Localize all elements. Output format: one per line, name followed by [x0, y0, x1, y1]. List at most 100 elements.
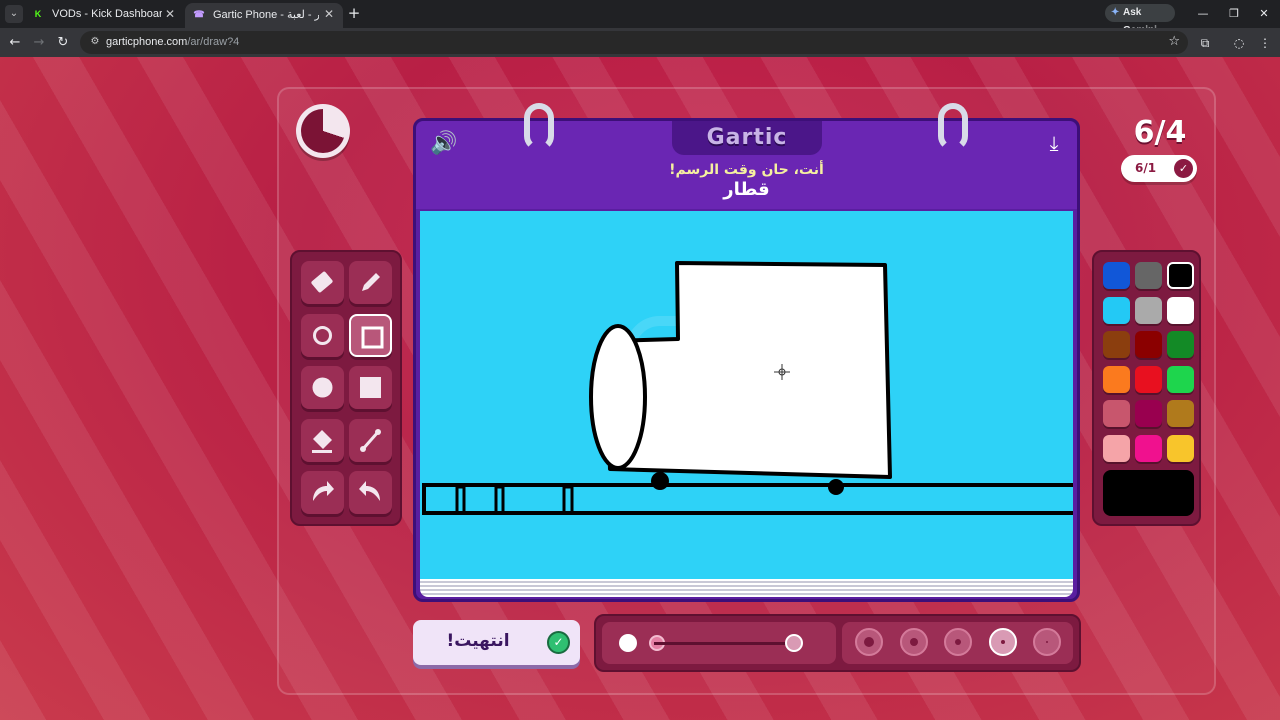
notebook-header: Gartic 🔊 ⤓ أنت، حان وقت الرسم! قطار	[416, 121, 1077, 209]
maximize-button[interactable]: ❐	[1224, 5, 1244, 23]
color-swatch[interactable]	[1135, 296, 1162, 324]
bookmark-star-icon[interactable]: ☆	[1168, 34, 1180, 50]
rectangle-outline-icon	[361, 326, 384, 348]
site-info-icon[interactable]: ⚙	[87, 34, 103, 50]
extensions-icon[interactable]: ⧉	[1196, 34, 1214, 52]
ellipse-outline-icon	[313, 325, 332, 345]
logo-tab: Gartic	[672, 121, 822, 155]
tab-kick-dashboard[interactable]: K VODs - Kick Dashboard ✕	[24, 3, 184, 28]
color-swatch[interactable]	[1103, 400, 1130, 427]
ellipse-filled-icon	[312, 377, 333, 398]
color-swatch[interactable]	[1167, 434, 1194, 462]
gartic-icon: ☎	[193, 9, 205, 19]
check-icon: ✓	[1174, 159, 1193, 178]
pencil-icon	[362, 273, 380, 291]
fill-bucket-icon	[312, 429, 332, 453]
brush-size-option[interactable]	[1033, 628, 1061, 656]
tab-title: VODs - Kick Dashboard	[52, 8, 162, 20]
color-swatch[interactable]	[1167, 262, 1194, 289]
rectangle-filled-tool[interactable]	[349, 366, 392, 409]
current-color-preview	[1103, 470, 1194, 516]
tab-search-button[interactable]: ⌄	[5, 5, 23, 23]
color-swatch[interactable]	[1135, 365, 1162, 393]
color-palette	[1092, 250, 1201, 526]
check-icon: ✓	[547, 631, 570, 654]
color-swatch[interactable]	[1135, 262, 1162, 289]
omnibox[interactable]: ⚙ garticphone.com/ar/draw?4 ☆	[80, 31, 1188, 54]
back-button[interactable]: ←	[6, 34, 24, 52]
brush-size-options	[842, 622, 1073, 664]
opacity-handle[interactable]	[785, 634, 803, 652]
tab-gartic-phone[interactable]: ☎ Gartic Phone - الهاتف المكسور - لعبة ✕	[185, 3, 343, 28]
sound-toggle-icon[interactable]: 🔊	[429, 129, 459, 159]
binder-ring	[938, 103, 968, 151]
ellipse-outline-tool[interactable]	[301, 313, 344, 357]
drawing-notebook: Gartic 🔊 ⤓ أنت، حان وقت الرسم! قطار	[413, 103, 1080, 602]
brush-controls	[594, 614, 1081, 672]
download-icon[interactable]: ⤓	[1040, 129, 1068, 157]
drawing-canvas[interactable]	[420, 211, 1073, 579]
color-swatch[interactable]	[1135, 400, 1162, 427]
redo-icon	[359, 481, 380, 501]
gartic-logo: Gartic	[706, 125, 788, 150]
color-swatch[interactable]	[1167, 331, 1194, 358]
fill-bucket-tool[interactable]	[301, 418, 344, 462]
color-swatch[interactable]	[1103, 296, 1130, 324]
pencil-tool[interactable]	[349, 261, 392, 304]
opacity-slider[interactable]	[602, 622, 836, 664]
brush-size-option[interactable]	[988, 628, 1017, 656]
profile-avatar[interactable]: ◌	[1230, 34, 1248, 52]
line-icon	[360, 428, 381, 452]
eraser-tool[interactable]	[301, 261, 344, 304]
tab-bar: ⌄ K VODs - Kick Dashboard ✕ ☎ Gartic Pho…	[0, 0, 1280, 36]
brush-size-dot	[1046, 641, 1048, 643]
opacity-track[interactable]	[654, 642, 794, 645]
browser-menu-icon[interactable]: ⋮	[1256, 34, 1274, 52]
color-swatch[interactable]	[1135, 434, 1162, 462]
forward-button[interactable]: →	[30, 34, 48, 52]
color-swatch[interactable]	[1103, 434, 1130, 462]
color-swatch[interactable]	[1167, 365, 1194, 393]
rectangle-filled-icon	[360, 377, 381, 398]
color-swatch[interactable]	[1167, 296, 1194, 324]
undo-icon	[313, 481, 334, 501]
color-swatch[interactable]	[1103, 365, 1130, 393]
line-tool[interactable]	[349, 418, 392, 462]
brush-size-dot	[1000, 640, 1005, 644]
new-tab-button[interactable]: +	[345, 5, 363, 23]
brush-size-dot	[955, 639, 961, 645]
color-swatch[interactable]	[1167, 400, 1194, 427]
color-swatch[interactable]	[1103, 331, 1130, 358]
ellipse-filled-tool[interactable]	[301, 366, 344, 409]
close-window-button[interactable]: ✕	[1254, 5, 1274, 23]
turn-counter: 6/4	[1133, 115, 1187, 150]
done-button[interactable]: انتهيت! ✓	[413, 620, 580, 665]
brush-size-option[interactable]	[855, 628, 883, 656]
done-label: انتهيت!	[446, 631, 510, 651]
opacity-min-icon	[619, 634, 637, 652]
rectangle-outline-tool[interactable]	[349, 313, 392, 357]
close-tab-icon[interactable]: ✕	[321, 6, 337, 22]
brush-size-option[interactable]	[899, 628, 928, 656]
brush-size-option[interactable]	[944, 628, 972, 656]
ask-gemini-button[interactable]: ✦ Ask Gemini	[1105, 4, 1175, 36]
eraser-icon	[311, 271, 333, 293]
undo-tool[interactable]	[301, 471, 344, 514]
prompt-word: قطار	[723, 179, 770, 200]
canvas-drawing	[422, 261, 1073, 515]
brush-size-dot	[864, 637, 874, 647]
color-swatch[interactable]	[1103, 262, 1130, 289]
close-tab-icon[interactable]: ✕	[162, 6, 178, 22]
tab-title: Gartic Phone - الهاتف المكسور - لعبة	[213, 9, 319, 21]
minimize-button[interactable]: —	[1193, 5, 1213, 23]
reload-button[interactable]: ↻	[54, 34, 72, 52]
draw-instruction: أنت، حان وقت الرسم!	[669, 162, 824, 178]
kick-icon: K	[34, 9, 42, 19]
url-text[interactable]: garticphone.com/ar/draw?4	[106, 36, 239, 48]
redo-tool[interactable]	[349, 471, 392, 514]
gemini-icon: ✦	[1111, 7, 1120, 18]
address-bar-row: ← → ↻ ⚙ garticphone.com/ar/draw?4 ☆ ⧉ ◌ …	[0, 28, 1280, 57]
notebook-pages	[420, 579, 1073, 597]
rounds-badge: 6/1 ✓	[1121, 155, 1197, 182]
color-swatch[interactable]	[1135, 331, 1162, 358]
